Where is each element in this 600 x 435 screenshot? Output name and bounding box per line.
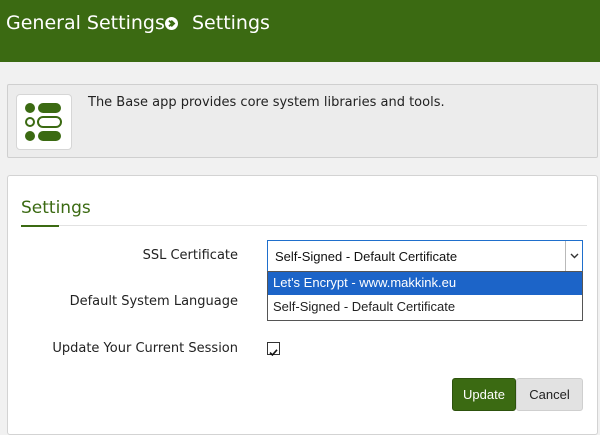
app-description: The Base app provides core system librar… <box>88 95 445 110</box>
ssl-certificate-label: SSL Certificate <box>142 248 238 263</box>
top-bar: General Settings Settings <box>0 0 600 62</box>
breadcrumb-page: Settings <box>192 12 270 34</box>
breadcrumb-section[interactable]: General Settings <box>6 13 165 33</box>
panel-divider <box>59 225 587 226</box>
default-language-label: Default System Language <box>69 294 238 309</box>
breadcrumb-arrow-icon <box>165 17 178 30</box>
app-info-box: The Base app provides core system librar… <box>7 84 598 158</box>
settings-list-icon <box>16 94 72 150</box>
panel-title-underline <box>21 225 59 227</box>
panel-title: Settings <box>21 198 91 218</box>
chevron-down-icon[interactable] <box>565 241 582 271</box>
settings-panel: Settings SSL Certificate Self-Signed - D… <box>7 175 598 435</box>
cancel-button[interactable]: Cancel <box>516 378 583 411</box>
checkmark-icon <box>269 349 278 357</box>
ssl-certificate-dropdown[interactable]: Let's Encrypt - www.makkink.eu Self-Sign… <box>267 271 583 321</box>
update-session-checkbox[interactable] <box>267 342 280 357</box>
ssl-certificate-value: Self-Signed - Default Certificate <box>275 249 458 264</box>
update-button[interactable]: Update <box>452 378 516 411</box>
dropdown-option-self-signed[interactable]: Self-Signed - Default Certificate <box>268 296 582 319</box>
update-session-label: Update Your Current Session <box>52 341 238 356</box>
dropdown-option-letsencrypt[interactable]: Let's Encrypt - www.makkink.eu <box>268 272 582 295</box>
ssl-certificate-select[interactable]: Self-Signed - Default Certificate <box>267 240 583 272</box>
